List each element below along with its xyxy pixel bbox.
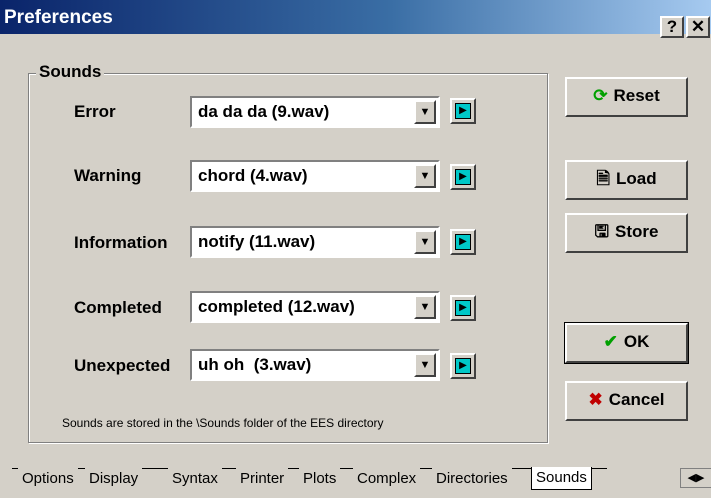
error-label: Error (74, 102, 116, 121)
check-icon: ✔ (603, 332, 618, 351)
completed-play-button[interactable]: ▶ (450, 295, 476, 321)
help-button[interactable]: ? (660, 16, 684, 38)
information-sound-value: notify (11.wav) (198, 232, 316, 251)
document-icon: 🗎 (596, 169, 611, 188)
store-button[interactable]: 🖫 Store (565, 213, 688, 253)
completed-sound-select[interactable]: completed (12.wav) ▼ (190, 291, 440, 323)
window-title: Preferences (4, 7, 113, 28)
tab-scroll-arrows[interactable]: ◀▶ (680, 468, 711, 488)
error-play-button[interactable]: ▶ (450, 98, 476, 124)
load-button[interactable]: 🗎 Load (565, 160, 688, 200)
tab-syntax[interactable]: Syntax (168, 468, 222, 489)
tab-bar: Options Display Syntax Printer Plots Com… (0, 462, 711, 498)
information-play-button[interactable]: ▶ (450, 229, 476, 255)
sounds-folder-note: Sounds are stored in the \Sounds folder … (62, 416, 384, 430)
chevron-down-icon[interactable]: ▼ (414, 100, 436, 124)
chevron-down-icon[interactable]: ▼ (414, 295, 436, 319)
completed-label: Completed (74, 298, 162, 317)
title-bar: Preferences ? ✕ (0, 0, 711, 38)
unexpected-sound-select[interactable]: uh oh (3.wav) ▼ (190, 349, 440, 381)
cancel-label: Cancel (608, 390, 665, 409)
play-icon: ▶ (455, 234, 471, 250)
play-icon: ▶ (455, 358, 471, 374)
refresh-icon: ⟳ (593, 86, 608, 105)
unexpected-sound-value: uh oh (3.wav) (198, 355, 312, 374)
chevron-down-icon[interactable]: ▼ (414, 353, 436, 377)
sounds-group-box (28, 73, 548, 443)
reset-button[interactable]: ⟳ Reset (565, 77, 688, 117)
warning-play-button[interactable]: ▶ (450, 164, 476, 190)
close-button[interactable]: ✕ (686, 16, 710, 38)
ok-button[interactable]: ✔ OK (564, 322, 689, 364)
tab-plots[interactable]: Plots (299, 468, 341, 489)
reset-label: Reset (613, 86, 660, 105)
tab-complex[interactable]: Complex (353, 468, 421, 489)
information-label: Information (74, 233, 168, 252)
play-icon: ▶ (455, 169, 471, 185)
cancel-button[interactable]: ✖ Cancel (565, 381, 688, 421)
tab-options[interactable]: Options (18, 468, 78, 489)
warning-sound-select[interactable]: chord (4.wav) ▼ (190, 160, 440, 192)
save-icon: 🖫 (594, 222, 609, 241)
tab-display[interactable]: Display (85, 468, 143, 489)
chevron-down-icon[interactable]: ▼ (414, 230, 436, 254)
information-sound-select[interactable]: notify (11.wav) ▼ (190, 226, 440, 258)
completed-sound-value: completed (12.wav) (198, 297, 355, 316)
store-label: Store (615, 222, 659, 241)
unexpected-label: Unexpected (74, 356, 171, 375)
warning-label: Warning (74, 166, 142, 185)
group-label: Sounds (36, 62, 105, 82)
tab-directories[interactable]: Directories (432, 468, 512, 489)
error-sound-value: da da da (9.wav) (198, 102, 330, 121)
tab-sounds[interactable]: Sounds (531, 467, 592, 490)
unexpected-play-button[interactable]: ▶ (450, 353, 476, 379)
tab-printer[interactable]: Printer (236, 468, 289, 489)
error-sound-select[interactable]: da da da (9.wav) ▼ (190, 96, 440, 128)
play-icon: ▶ (455, 103, 471, 119)
chevron-down-icon[interactable]: ▼ (414, 164, 436, 188)
load-label: Load (616, 169, 657, 188)
ok-label: OK (623, 332, 650, 351)
play-icon: ▶ (455, 300, 471, 316)
x-icon: ✖ (588, 390, 603, 409)
warning-sound-value: chord (4.wav) (198, 166, 308, 185)
